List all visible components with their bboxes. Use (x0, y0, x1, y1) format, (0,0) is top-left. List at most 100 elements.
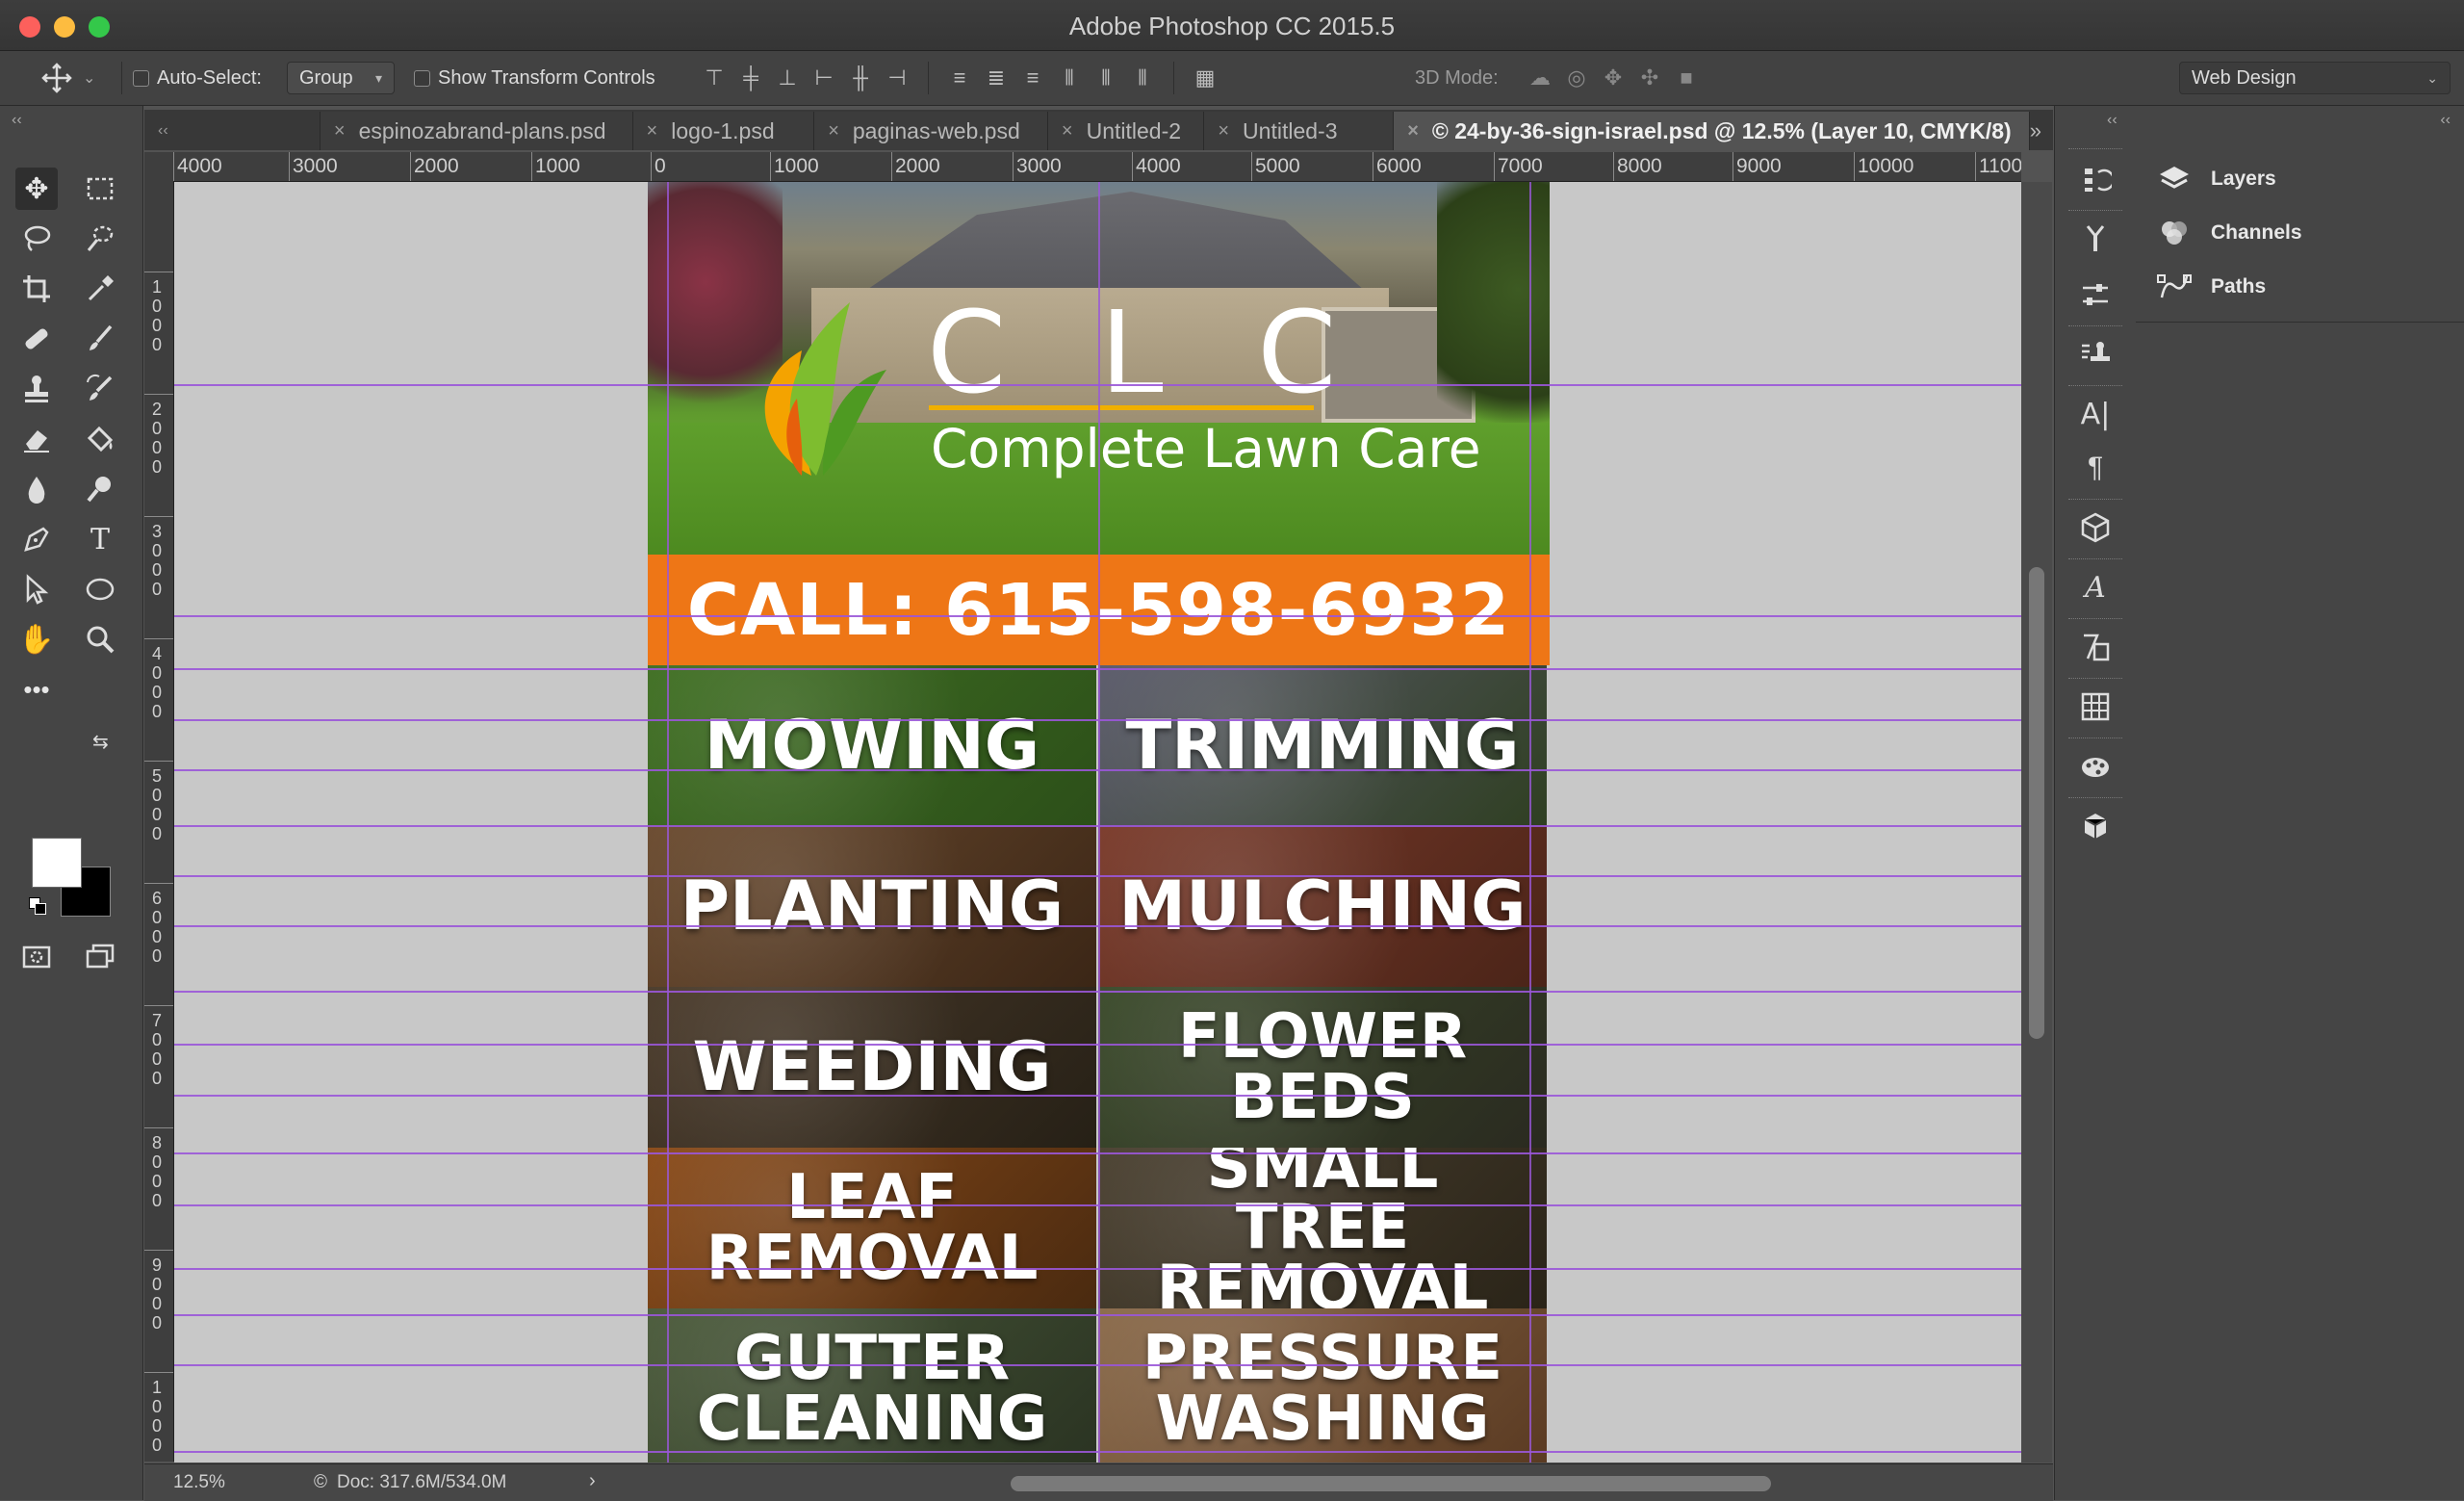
document-tab[interactable]: × Untitled-3 (1204, 112, 1395, 150)
3d-pan-icon[interactable]: ✥ (1602, 66, 1625, 90)
eraser-tool-icon[interactable] (15, 418, 58, 460)
ruler-tick (1251, 152, 1252, 181)
notes-icon[interactable] (2076, 628, 2115, 666)
3d-orbit-icon[interactable]: ☁ (1528, 66, 1552, 90)
vertical-scrollbar[interactable] (2021, 182, 2052, 1462)
close-tab-icon[interactable]: × (1062, 120, 1073, 142)
libraries-icon[interactable] (2076, 807, 2115, 845)
ruler-label: 4000 (151, 644, 162, 721)
3d-roll-icon[interactable]: ◎ (1565, 66, 1588, 90)
align-hcenter-icon[interactable]: ╫ (849, 66, 872, 90)
panel-layers[interactable]: Layers (2155, 160, 2276, 198)
eyedropper-tool-icon[interactable] (79, 268, 121, 310)
document-tab[interactable]: × espinozabrand-plans.psd (320, 112, 633, 150)
chevron-right-icon[interactable]: › (589, 1470, 596, 1492)
more-tools-icon[interactable]: ••• (15, 668, 58, 711)
history-brush-tool-icon[interactable] (79, 368, 121, 410)
checkbox-box[interactable] (133, 69, 149, 87)
vertical-guide[interactable] (1098, 182, 1100, 1462)
styles-palette-icon[interactable] (2076, 747, 2115, 786)
more-tabs-icon[interactable]: » (2030, 112, 2053, 150)
distribute-top-icon[interactable]: ≡ (948, 66, 971, 90)
quick-selection-tool-icon[interactable] (79, 218, 121, 260)
table-icon[interactable] (2076, 687, 2115, 726)
document-tab[interactable]: × logo-1.psd (632, 112, 815, 150)
hand-tool-icon[interactable]: ✋ (15, 618, 58, 660)
canvas-area[interactable]: C L C Complete Lawn Care CALL: 615-598-6… (174, 182, 2021, 1462)
paint-bucket-tool-icon[interactable] (79, 418, 121, 460)
move-tool-preset-picker[interactable]: ⌄ (40, 51, 95, 105)
marquee-tool-icon[interactable] (79, 168, 121, 210)
document-tab[interactable]: × Untitled-2 (1047, 112, 1205, 150)
auto-select-checkbox[interactable]: Auto-Select: (133, 51, 262, 105)
distribute-left-icon[interactable]: ⦀ (1058, 66, 1081, 90)
close-tab-icon[interactable]: × (1407, 120, 1419, 142)
align-bottom-icon[interactable]: ⊥ (776, 66, 799, 90)
close-tab-icon[interactable]: × (647, 120, 658, 142)
foreground-color-swatch[interactable] (32, 838, 82, 888)
swap-colors-icon[interactable]: ⇆ (92, 730, 109, 754)
pen-tool-icon[interactable] (15, 518, 58, 560)
workspace-dropdown[interactable]: Web Design ⌄ (2179, 62, 2451, 94)
path-selection-tool-icon[interactable] (15, 568, 58, 610)
close-tab-icon[interactable]: × (828, 120, 839, 142)
distribute-bottom-icon[interactable]: ≡ (1021, 66, 1044, 90)
align-right-icon[interactable]: ⊣ (886, 66, 909, 90)
close-tab-icon[interactable]: × (334, 120, 346, 142)
vertical-ruler[interactable]: 1000 2000 3000 4000 5000 6000 7000 8000 9000 1000 (144, 181, 174, 1462)
distribute-vcenter-icon[interactable]: ≣ (985, 66, 1008, 90)
paragraph-icon[interactable]: ¶ (2076, 449, 2115, 487)
vertical-guide[interactable] (667, 182, 669, 1462)
horizontal-ruler[interactable]: 4000 3000 2000 1000 0 1000 2000 3000 4000 5000 600… (173, 152, 2021, 182)
distribute-hcenter-icon[interactable]: ⦀ (1094, 66, 1117, 90)
horizontal-scroll-thumb[interactable] (1011, 1476, 1771, 1491)
healing-brush-tool-icon[interactable] (15, 318, 58, 360)
align-vcenter-icon[interactable]: ╪ (739, 66, 762, 90)
vertical-scroll-thumb[interactable] (2029, 567, 2044, 1039)
clone-source-icon[interactable] (2076, 335, 2115, 374)
3d-icon[interactable] (2076, 508, 2115, 547)
ruler-corner[interactable] (144, 152, 173, 181)
history-icon[interactable] (2076, 160, 2115, 198)
document-tab[interactable]: × paginas-web.psd (814, 112, 1048, 150)
blur-tool-icon[interactable] (15, 468, 58, 510)
ellipse-tool-icon[interactable] (79, 568, 121, 610)
adjustments-icon[interactable] (2076, 275, 2115, 314)
service-tile: TRIMMING (1098, 665, 1547, 826)
collapse-panel-icon[interactable]: ‹‹ (2440, 112, 2451, 129)
align-left-icon[interactable]: ⊢ (812, 66, 835, 90)
panel-channels[interactable]: Channels (2155, 214, 2302, 252)
close-tab-icon[interactable]: × (1218, 120, 1229, 142)
vertical-guide[interactable] (1529, 182, 1531, 1462)
dodge-tool-icon[interactable] (79, 468, 121, 510)
align-top-icon[interactable]: ⊤ (703, 66, 726, 90)
character-icon[interactable]: A| (2076, 395, 2115, 433)
crop-tool-icon[interactable] (15, 268, 58, 310)
type-tool-icon[interactable]: T (79, 518, 121, 560)
zoom-tool-icon[interactable] (79, 618, 121, 660)
zoom-level[interactable]: 12.5% (173, 1472, 225, 1493)
auto-align-layers-icon[interactable]: ▦ (1194, 66, 1217, 90)
lasso-tool-icon[interactable] (15, 218, 58, 260)
brush-tool-icon[interactable] (79, 318, 121, 360)
clone-stamp-tool-icon[interactable] (15, 368, 58, 410)
3d-scale-icon[interactable]: ■ (1675, 66, 1698, 90)
ruler-label: 1000 (151, 277, 162, 354)
quick-mask-icon[interactable] (15, 936, 58, 978)
distribute-right-icon[interactable]: ⦀ (1131, 66, 1154, 90)
checkbox-box[interactable] (414, 69, 430, 87)
document-tab[interactable]: × © 24-by-36-sign-israel.psd @ 12.5% (Lay… (1394, 112, 2030, 150)
3d-slide-icon[interactable]: ✣ (1638, 66, 1661, 90)
glyphs-icon[interactable]: A (2076, 568, 2115, 607)
screen-mode-icon[interactable] (79, 936, 121, 978)
collapse-panel-icon[interactable]: ‹‹ (158, 122, 168, 140)
doc-size[interactable]: Doc: 317.6M/534.0M (337, 1472, 506, 1493)
panel-paths[interactable]: Paths (2155, 268, 2266, 306)
show-transform-controls-checkbox[interactable]: Show Transform Controls (414, 51, 655, 105)
default-colors-icon[interactable] (29, 897, 46, 915)
move-tool-icon[interactable]: ✥ (15, 168, 58, 210)
collapse-panel-icon[interactable]: ‹‹ (2107, 112, 2118, 129)
auto-select-dropdown[interactable]: Group ▾ (287, 62, 395, 94)
collapse-panel-icon[interactable]: ‹‹ (12, 112, 22, 129)
brush-presets-icon[interactable] (2076, 220, 2115, 258)
